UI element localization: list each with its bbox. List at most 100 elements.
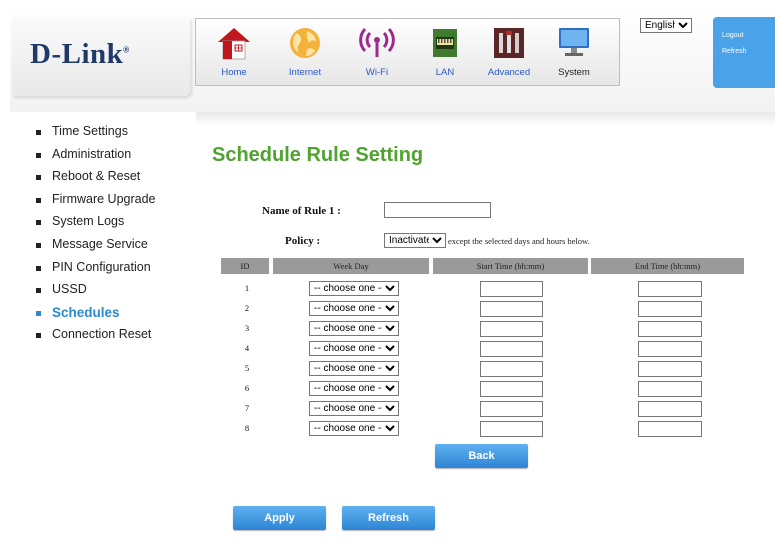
nav-wifi[interactable]: Wi-Fi bbox=[347, 19, 407, 85]
dlink-logo: D-Link® bbox=[30, 38, 130, 70]
row-id: 8 bbox=[244, 423, 250, 433]
row-id: 7 bbox=[244, 403, 250, 413]
nav-internet[interactable]: Internet bbox=[275, 19, 335, 85]
start-time-input[interactable] bbox=[480, 321, 543, 337]
end-time-input[interactable] bbox=[638, 301, 702, 317]
start-time-input[interactable] bbox=[480, 361, 543, 377]
nav-home-label: Home bbox=[221, 67, 247, 78]
end-time-input[interactable] bbox=[638, 361, 702, 377]
table-header: ID Week Day Start Time (hh:mm) End Time … bbox=[221, 258, 744, 274]
policy-select[interactable]: Inactivate bbox=[384, 233, 446, 248]
language-select[interactable]: English bbox=[640, 18, 692, 33]
table-row: 6 -- choose one -- bbox=[221, 379, 744, 399]
sidebar-item-time-settings[interactable]: Time Settings bbox=[36, 124, 196, 147]
table-row: 5 -- choose one -- bbox=[221, 359, 744, 379]
sidebar-item-pin-configuration[interactable]: PIN Configuration bbox=[36, 260, 196, 283]
end-time-input[interactable] bbox=[638, 401, 702, 417]
start-time-input[interactable] bbox=[480, 301, 543, 317]
nav-advanced[interactable]: Advanced bbox=[479, 19, 539, 85]
weekday-select[interactable]: -- choose one -- bbox=[309, 341, 399, 356]
sidebar-item-ussd[interactable]: USSD bbox=[36, 282, 196, 305]
refresh-link[interactable]: Refresh bbox=[722, 48, 747, 55]
row-id: 5 bbox=[244, 363, 250, 373]
bullet-icon bbox=[36, 265, 41, 271]
weekday-select[interactable]: -- choose one -- bbox=[309, 281, 399, 296]
policy-note: except the selected days and hours below… bbox=[448, 236, 590, 246]
top-navigation: Home Internet Wi-Fi LAN Advanced System bbox=[195, 18, 620, 86]
lan-icon bbox=[433, 29, 457, 57]
logout-link[interactable]: Logout bbox=[722, 32, 743, 39]
row-id: 1 bbox=[244, 283, 250, 293]
row-id: 3 bbox=[244, 323, 250, 333]
bullet-icon bbox=[36, 175, 41, 181]
end-time-input[interactable] bbox=[638, 381, 702, 397]
weekday-select[interactable]: -- choose one -- bbox=[309, 421, 399, 436]
weekday-select[interactable]: -- choose one -- bbox=[309, 401, 399, 416]
start-time-input[interactable] bbox=[480, 281, 543, 297]
sidebar-item-system-logs[interactable]: System Logs bbox=[36, 214, 196, 237]
table-row: 2 -- choose one -- bbox=[221, 299, 744, 319]
bullet-icon bbox=[36, 333, 41, 339]
nav-system[interactable]: System bbox=[544, 19, 604, 85]
bullet-icon bbox=[36, 242, 41, 248]
end-time-input[interactable] bbox=[638, 281, 702, 297]
refresh-button[interactable]: Refresh bbox=[342, 506, 435, 530]
rule-name-label: Name of Rule 1 : bbox=[262, 205, 341, 217]
table-row: 1 -- choose one -- bbox=[221, 279, 744, 299]
weekday-select[interactable]: -- choose one -- bbox=[309, 361, 399, 376]
sidebar-item-administration[interactable]: Administration bbox=[36, 147, 196, 170]
weekday-select[interactable]: -- choose one -- bbox=[309, 321, 399, 336]
col-header-end-time: End Time (hh:mm) bbox=[591, 258, 744, 274]
bullet-icon bbox=[36, 152, 41, 158]
row-id: 4 bbox=[244, 343, 250, 353]
col-header-start-time: Start Time (hh:mm) bbox=[433, 258, 588, 274]
back-button[interactable]: Back bbox=[435, 444, 528, 468]
sidebar-item-schedules[interactable]: Schedules bbox=[36, 305, 196, 328]
page-title: Schedule Rule Setting bbox=[212, 144, 424, 166]
start-time-input[interactable] bbox=[480, 381, 543, 397]
home-icon bbox=[218, 28, 250, 60]
globe-icon bbox=[290, 28, 320, 58]
table-row: 3 -- choose one -- bbox=[221, 319, 744, 339]
nav-system-label: System bbox=[558, 67, 590, 78]
weekday-select[interactable]: -- choose one -- bbox=[309, 301, 399, 316]
table-row: 7 -- choose one -- bbox=[221, 399, 744, 419]
nav-lan[interactable]: LAN bbox=[415, 19, 475, 85]
table-row: 4 -- choose one -- bbox=[221, 339, 744, 359]
rule-name-input[interactable] bbox=[384, 202, 491, 218]
apply-button[interactable]: Apply bbox=[233, 506, 326, 530]
end-time-input[interactable] bbox=[638, 421, 702, 437]
logo-panel: D-Link® bbox=[12, 18, 190, 96]
wifi-icon bbox=[359, 27, 395, 57]
nav-advanced-label: Advanced bbox=[487, 67, 531, 78]
bullet-icon bbox=[36, 220, 41, 226]
bullet-icon bbox=[36, 197, 41, 203]
end-time-input[interactable] bbox=[638, 341, 702, 357]
bullet-icon bbox=[36, 130, 41, 135]
row-id: 6 bbox=[244, 383, 250, 393]
policy-label: Policy : bbox=[285, 235, 321, 247]
weekday-select[interactable]: -- choose one -- bbox=[309, 381, 399, 396]
table-row: 8 -- choose one -- bbox=[221, 419, 744, 439]
start-time-input[interactable] bbox=[480, 401, 543, 417]
start-time-input[interactable] bbox=[480, 341, 543, 357]
nav-wifi-label: Wi-Fi bbox=[365, 67, 389, 78]
nav-home[interactable]: Home bbox=[204, 19, 264, 85]
sidebar-item-connection-reset[interactable]: Connection Reset bbox=[36, 327, 196, 350]
sidebar-item-reboot-reset[interactable]: Reboot & Reset bbox=[36, 169, 196, 192]
bullet-icon bbox=[36, 288, 41, 294]
content-top-shadow bbox=[196, 112, 775, 126]
col-header-weekday: Week Day bbox=[273, 258, 429, 274]
tools-icon bbox=[494, 28, 524, 58]
bullet-icon bbox=[36, 310, 41, 316]
nav-internet-label: Internet bbox=[288, 67, 322, 78]
sidebar-menu: Time Settings Administration Reboot & Re… bbox=[36, 124, 196, 350]
start-time-input[interactable] bbox=[480, 421, 543, 437]
sidebar-item-firmware-upgrade[interactable]: Firmware Upgrade bbox=[36, 192, 196, 215]
row-id: 2 bbox=[244, 303, 250, 313]
nav-lan-label: LAN bbox=[435, 67, 455, 78]
end-time-input[interactable] bbox=[638, 321, 702, 337]
sidebar-item-message-service[interactable]: Message Service bbox=[36, 237, 196, 260]
computer-icon bbox=[559, 28, 589, 56]
col-header-id: ID bbox=[221, 258, 269, 274]
